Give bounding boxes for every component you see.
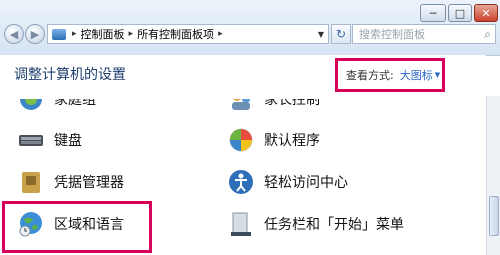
- close-button[interactable]: ✕: [474, 4, 498, 22]
- breadcrumb-control-panel[interactable]: 控制面板: [81, 26, 125, 42]
- maximize-icon: □: [454, 6, 466, 20]
- search-icon[interactable]: ⌕: [484, 27, 491, 42]
- minimize-icon: ─: [429, 6, 437, 20]
- search-placeholder: 搜索控制面板: [359, 28, 425, 41]
- forward-button[interactable]: ▶: [25, 24, 45, 44]
- control-panel-icon: [52, 28, 66, 40]
- item-credential-manager[interactable]: 凭据管理器: [18, 169, 124, 195]
- back-arrow-icon: ◀: [9, 27, 19, 41]
- vertical-scrollbar[interactable]: [486, 96, 500, 255]
- ease-of-access-icon: [229, 170, 253, 194]
- forward-arrow-icon: ▶: [30, 27, 40, 41]
- minimize-button[interactable]: ─: [420, 4, 446, 22]
- keyboard-icon: [19, 135, 43, 146]
- breadcrumb-separator[interactable]: ▸: [218, 29, 223, 39]
- item-ease-of-access[interactable]: 轻松访问中心: [228, 169, 348, 195]
- item-keyboard[interactable]: 键盘: [18, 127, 82, 153]
- address-bar[interactable]: ▸ 控制面板 ▸ 所有控制面板项 ▸ ▼: [47, 24, 329, 44]
- view-by-value[interactable]: 大图标: [400, 67, 433, 83]
- taskbar-start-icon: [231, 212, 251, 236]
- region-language-icon: [19, 212, 42, 237]
- item-label: 凭据管理器: [54, 175, 124, 191]
- window-chrome: ─ □ ✕ ◀ ▶ ▸ 控制面板 ▸ 所有控制面板项 ▸ ▼ ↻ 搜索控制面板 …: [0, 0, 500, 56]
- item-label: 任务栏和「开始」菜单: [264, 217, 404, 233]
- page-title: 调整计算机的设置: [14, 67, 126, 83]
- back-button[interactable]: ◀: [4, 24, 24, 44]
- close-icon: ✕: [481, 6, 491, 20]
- breadcrumb-all-items[interactable]: 所有控制面板项: [137, 26, 214, 42]
- item-default-programs[interactable]: 默认程序: [228, 127, 320, 153]
- chevron-down-icon[interactable]: ▼: [435, 71, 440, 79]
- address-dropdown-icon[interactable]: ▼: [318, 30, 324, 39]
- scrollbar-thumb[interactable]: [489, 196, 499, 236]
- item-taskbar-start[interactable]: 任务栏和「开始」菜单: [228, 211, 404, 237]
- item-label: 轻松访问中心: [264, 175, 348, 191]
- item-region-language[interactable]: 区域和语言: [18, 211, 124, 237]
- search-input[interactable]: 搜索控制面板 ⌕: [352, 24, 496, 44]
- view-by-label: 查看方式:: [346, 69, 394, 82]
- view-by-selector[interactable]: 查看方式: 大图标 ▼: [335, 58, 445, 92]
- default-programs-icon: [229, 128, 253, 152]
- refresh-icon: ↻: [335, 27, 347, 41]
- breadcrumb-separator[interactable]: ▸: [129, 29, 134, 39]
- maximize-button[interactable]: □: [448, 4, 472, 22]
- breadcrumb-separator: ▸: [72, 29, 77, 39]
- item-label: 区域和语言: [54, 217, 124, 233]
- refresh-button[interactable]: ↻: [331, 24, 351, 44]
- item-label: 键盘: [54, 133, 82, 149]
- credential-manager-icon: [22, 172, 40, 193]
- item-label: 默认程序: [264, 133, 320, 149]
